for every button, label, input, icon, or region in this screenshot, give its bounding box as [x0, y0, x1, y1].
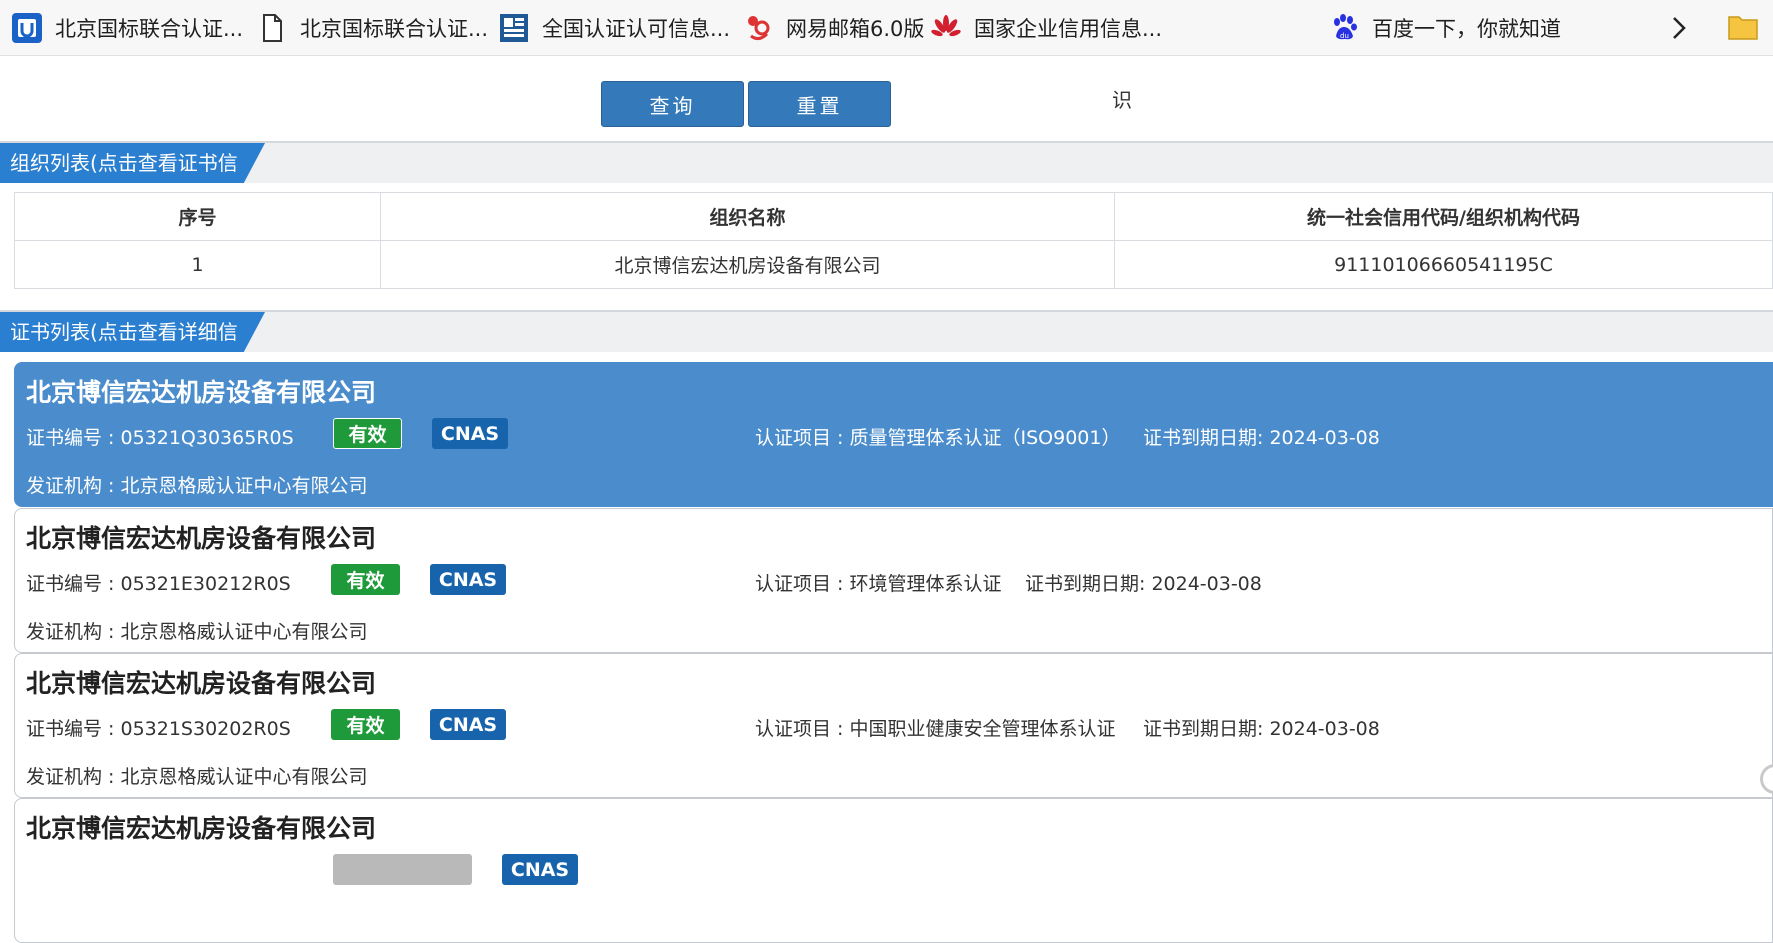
- status-badge: [333, 854, 472, 885]
- card-company-name: 北京博信宏达机房设备有限公司: [26, 814, 377, 843]
- card-company-name: 北京博信宏达机房设备有限公司: [26, 378, 377, 407]
- col-header-index: 序号: [14, 192, 381, 241]
- cert-section-header: 证书列表(点击查看详细信息): [0, 310, 1773, 352]
- status-badge: 有效: [333, 418, 402, 449]
- bookmark-label: 网易邮箱6.0版: [786, 17, 925, 41]
- row-org-name: 北京博信宏达机房设备有限公司: [380, 240, 1115, 289]
- huawei-style-logo-icon: [930, 12, 962, 44]
- bookmark-item[interactable]: 国家企业信用信息...: [930, 0, 1162, 56]
- cnas-badge: CNAS: [430, 709, 506, 740]
- cnas-badge: CNAS: [430, 564, 506, 595]
- org-section-header: 组织列表(点击查看证书信息): [0, 141, 1773, 183]
- status-badge: 有效: [331, 564, 400, 595]
- query-button[interactable]: 查询: [601, 81, 744, 127]
- status-badge: 有效: [331, 709, 400, 740]
- partial-text: 识: [1112, 88, 1132, 112]
- card-issuer: 发证机构 : 北京恩格威认证中心有限公司: [26, 766, 368, 788]
- folder-icon[interactable]: [1726, 10, 1760, 44]
- certificate-card[interactable]: 北京博信宏达机房设备有限公司 CNAS: [14, 798, 1773, 943]
- bookmark-item[interactable]: 全国认证认可信息...: [498, 0, 730, 56]
- certificate-card[interactable]: 北京博信宏达机房设备有限公司 证书编号 : 05321E30212R0S 有效 …: [14, 508, 1773, 653]
- cnas-badge: CNAS: [432, 418, 508, 449]
- card-company-name: 北京博信宏达机房设备有限公司: [26, 669, 377, 698]
- bookmark-label: 北京国标联合认证...: [55, 17, 244, 41]
- bookmark-item[interactable]: du 百度一下，你就知道: [1328, 0, 1561, 56]
- col-header-org-name: 组织名称: [380, 192, 1115, 241]
- cnas-badge: CNAS: [502, 854, 578, 885]
- card-project: 认证项目 : 质量管理体系认证（ISO9001）: [755, 427, 1121, 449]
- cnca-logo-icon: [498, 12, 530, 44]
- card-project: 认证项目 : 环境管理体系认证: [755, 573, 1002, 595]
- bookmark-item[interactable]: 网易邮箱6.0版: [742, 0, 924, 56]
- row-credit-code: 91110106660541195C: [1114, 240, 1773, 289]
- chevron-right-icon[interactable]: [1662, 12, 1694, 44]
- card-cert-number: 证书编号 : 05321E30212R0S: [26, 573, 291, 595]
- bookmark-item[interactable]: 北京国标联合认证...: [11, 0, 243, 56]
- card-expiry: 证书到期日期: 2024-03-08: [1143, 718, 1380, 740]
- card-issuer: 发证机构 : 北京恩格威认证中心有限公司: [26, 475, 368, 497]
- certificate-card[interactable]: 北京博信宏达机房设备有限公司 证书编号 : 05321Q30365R0S 有效 …: [14, 362, 1773, 507]
- netease-mail-icon: [742, 12, 774, 44]
- cert-section-title: 证书列表(点击查看详细信息): [0, 312, 265, 352]
- bookmark-label: 北京国标联合认证...: [300, 17, 489, 41]
- card-expiry: 证书到期日期: 2024-03-08: [1143, 427, 1380, 449]
- baidu-paw-icon: du: [1328, 12, 1360, 44]
- row-index: 1: [14, 240, 381, 289]
- card-expiry: 证书到期日期: 2024-03-08: [1025, 573, 1262, 595]
- reset-button[interactable]: 重置: [748, 81, 891, 127]
- org-section-title: 组织列表(点击查看证书信息): [0, 143, 265, 183]
- org-table: 序号 组织名称 统一社会信用代码/组织机构代码 1 北京博信宏达机房设备有限公司…: [14, 192, 1773, 289]
- card-cert-number: 证书编号 : 05321Q30365R0S: [26, 427, 294, 449]
- bookmark-label: 全国认证认可信息...: [542, 17, 731, 41]
- col-header-credit-code: 统一社会信用代码/组织机构代码: [1114, 192, 1773, 241]
- svg-text:du: du: [1340, 32, 1349, 40]
- certificate-card[interactable]: 北京博信宏达机房设备有限公司 证书编号 : 05321S30202R0S 有效 …: [14, 653, 1773, 798]
- bookmarks-bar: 北京国标联合认证... 北京国标联合认证... 全国认证认可信息... 网易邮箱…: [0, 0, 1773, 56]
- blue-square-logo-icon: [11, 12, 43, 44]
- document-icon: [256, 12, 288, 44]
- card-company-name: 北京博信宏达机房设备有限公司: [26, 524, 377, 553]
- table-row[interactable]: 1 北京博信宏达机房设备有限公司 91110106660541195C: [14, 240, 1773, 289]
- card-project: 认证项目 : 中国职业健康安全管理体系认证: [755, 718, 1116, 740]
- bookmark-item[interactable]: 北京国标联合认证...: [256, 0, 488, 56]
- bookmark-label: 百度一下，你就知道: [1372, 17, 1561, 41]
- bookmark-label: 国家企业信用信息...: [974, 17, 1163, 41]
- card-issuer: 发证机构 : 北京恩格威认证中心有限公司: [26, 621, 368, 643]
- card-cert-number: 证书编号 : 05321S30202R0S: [26, 718, 291, 740]
